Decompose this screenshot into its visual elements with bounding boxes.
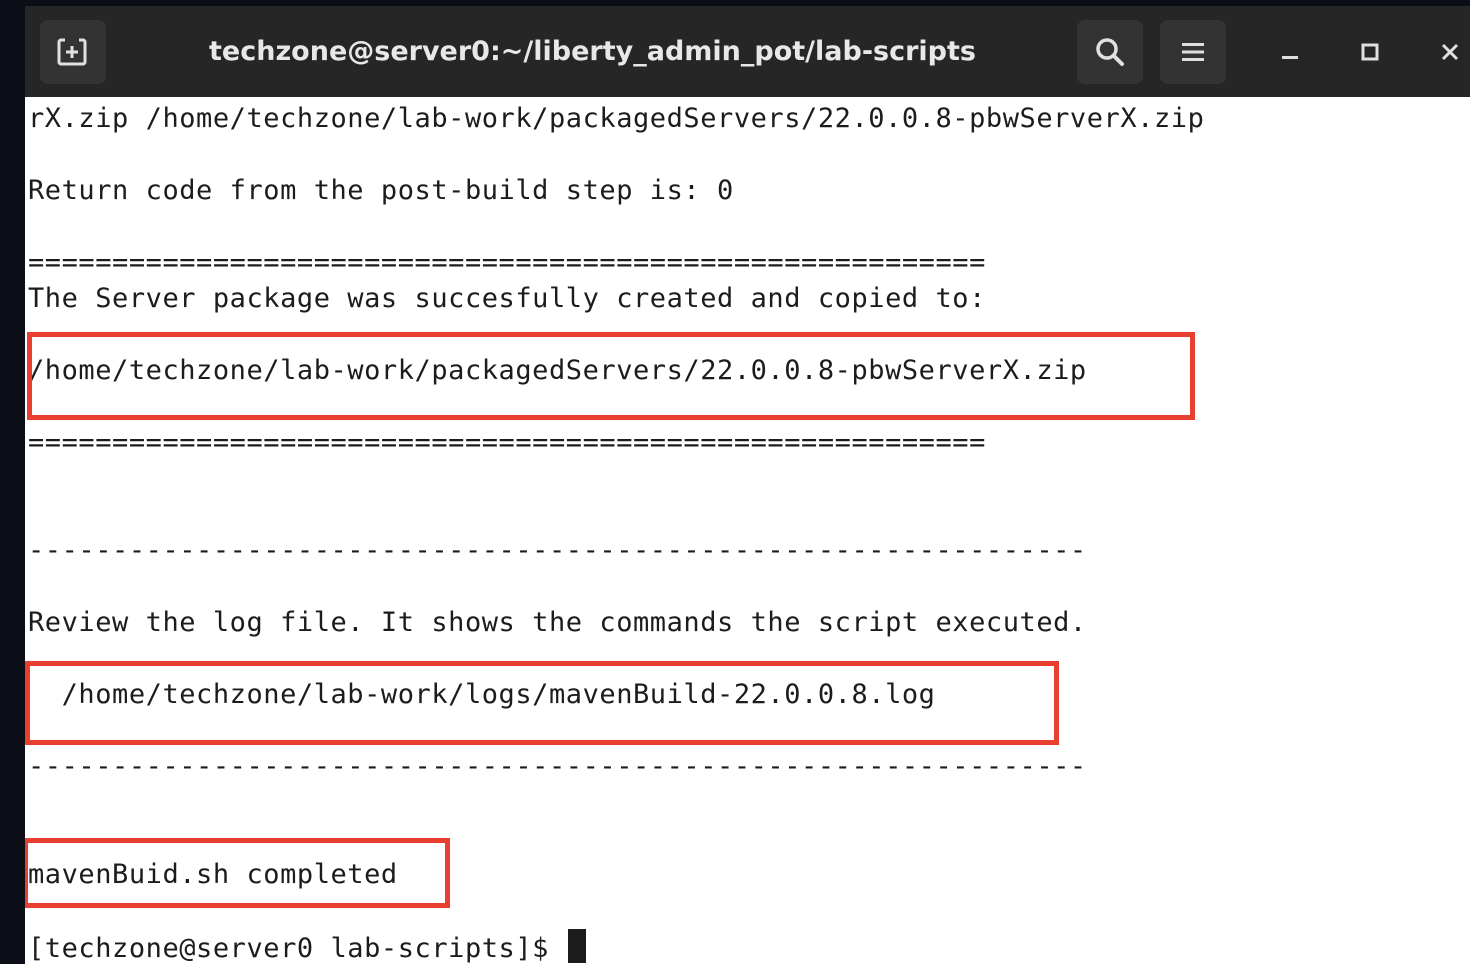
close-button[interactable] — [1420, 20, 1470, 84]
search-button[interactable] — [1077, 20, 1143, 84]
separator-line: ----------------------------------------… — [28, 751, 1087, 782]
menu-button[interactable] — [1160, 20, 1226, 84]
minimize-button[interactable] — [1260, 20, 1320, 84]
terminal-output[interactable]: rX.zip /home/techzone/lab-work/packagedS… — [25, 97, 1470, 964]
highlight-box-package-path — [27, 332, 1195, 420]
output-line: rX.zip /home/techzone/lab-work/packagedS… — [28, 103, 1205, 134]
new-tab-button[interactable] — [40, 20, 106, 84]
prompt-text: [techzone@server0 lab-scripts]$ — [28, 933, 566, 964]
highlight-box-completed — [25, 838, 450, 908]
maximize-icon — [1361, 43, 1379, 61]
separator-line: ========================================… — [28, 427, 986, 458]
search-icon — [1096, 38, 1124, 66]
close-icon — [1441, 43, 1459, 61]
window-title: techzone@server0:~/liberty_admin_pot/lab… — [209, 36, 976, 67]
output-line: The Server package was succesfully creat… — [28, 283, 986, 314]
output-line: Review the log file. It shows the comman… — [28, 607, 1087, 638]
terminal-window: techzone@server0:~/liberty_admin_pot/lab… — [25, 6, 1470, 964]
new-tab-icon — [57, 37, 87, 66]
text-cursor — [567, 929, 586, 963]
separator-line: ========================================… — [28, 247, 986, 278]
maximize-button[interactable] — [1340, 20, 1400, 84]
output-line: Return code from the post-build step is:… — [28, 175, 734, 206]
minimize-icon — [1282, 56, 1298, 59]
title-bar[interactable]: techzone@server0:~/liberty_admin_pot/lab… — [25, 6, 1470, 97]
separator-line: ----------------------------------------… — [28, 535, 1087, 566]
command-prompt[interactable]: [techzone@server0 lab-scripts]$ — [28, 929, 586, 964]
hamburger-menu-icon — [1182, 43, 1204, 61]
highlight-box-log-path — [25, 661, 1059, 745]
